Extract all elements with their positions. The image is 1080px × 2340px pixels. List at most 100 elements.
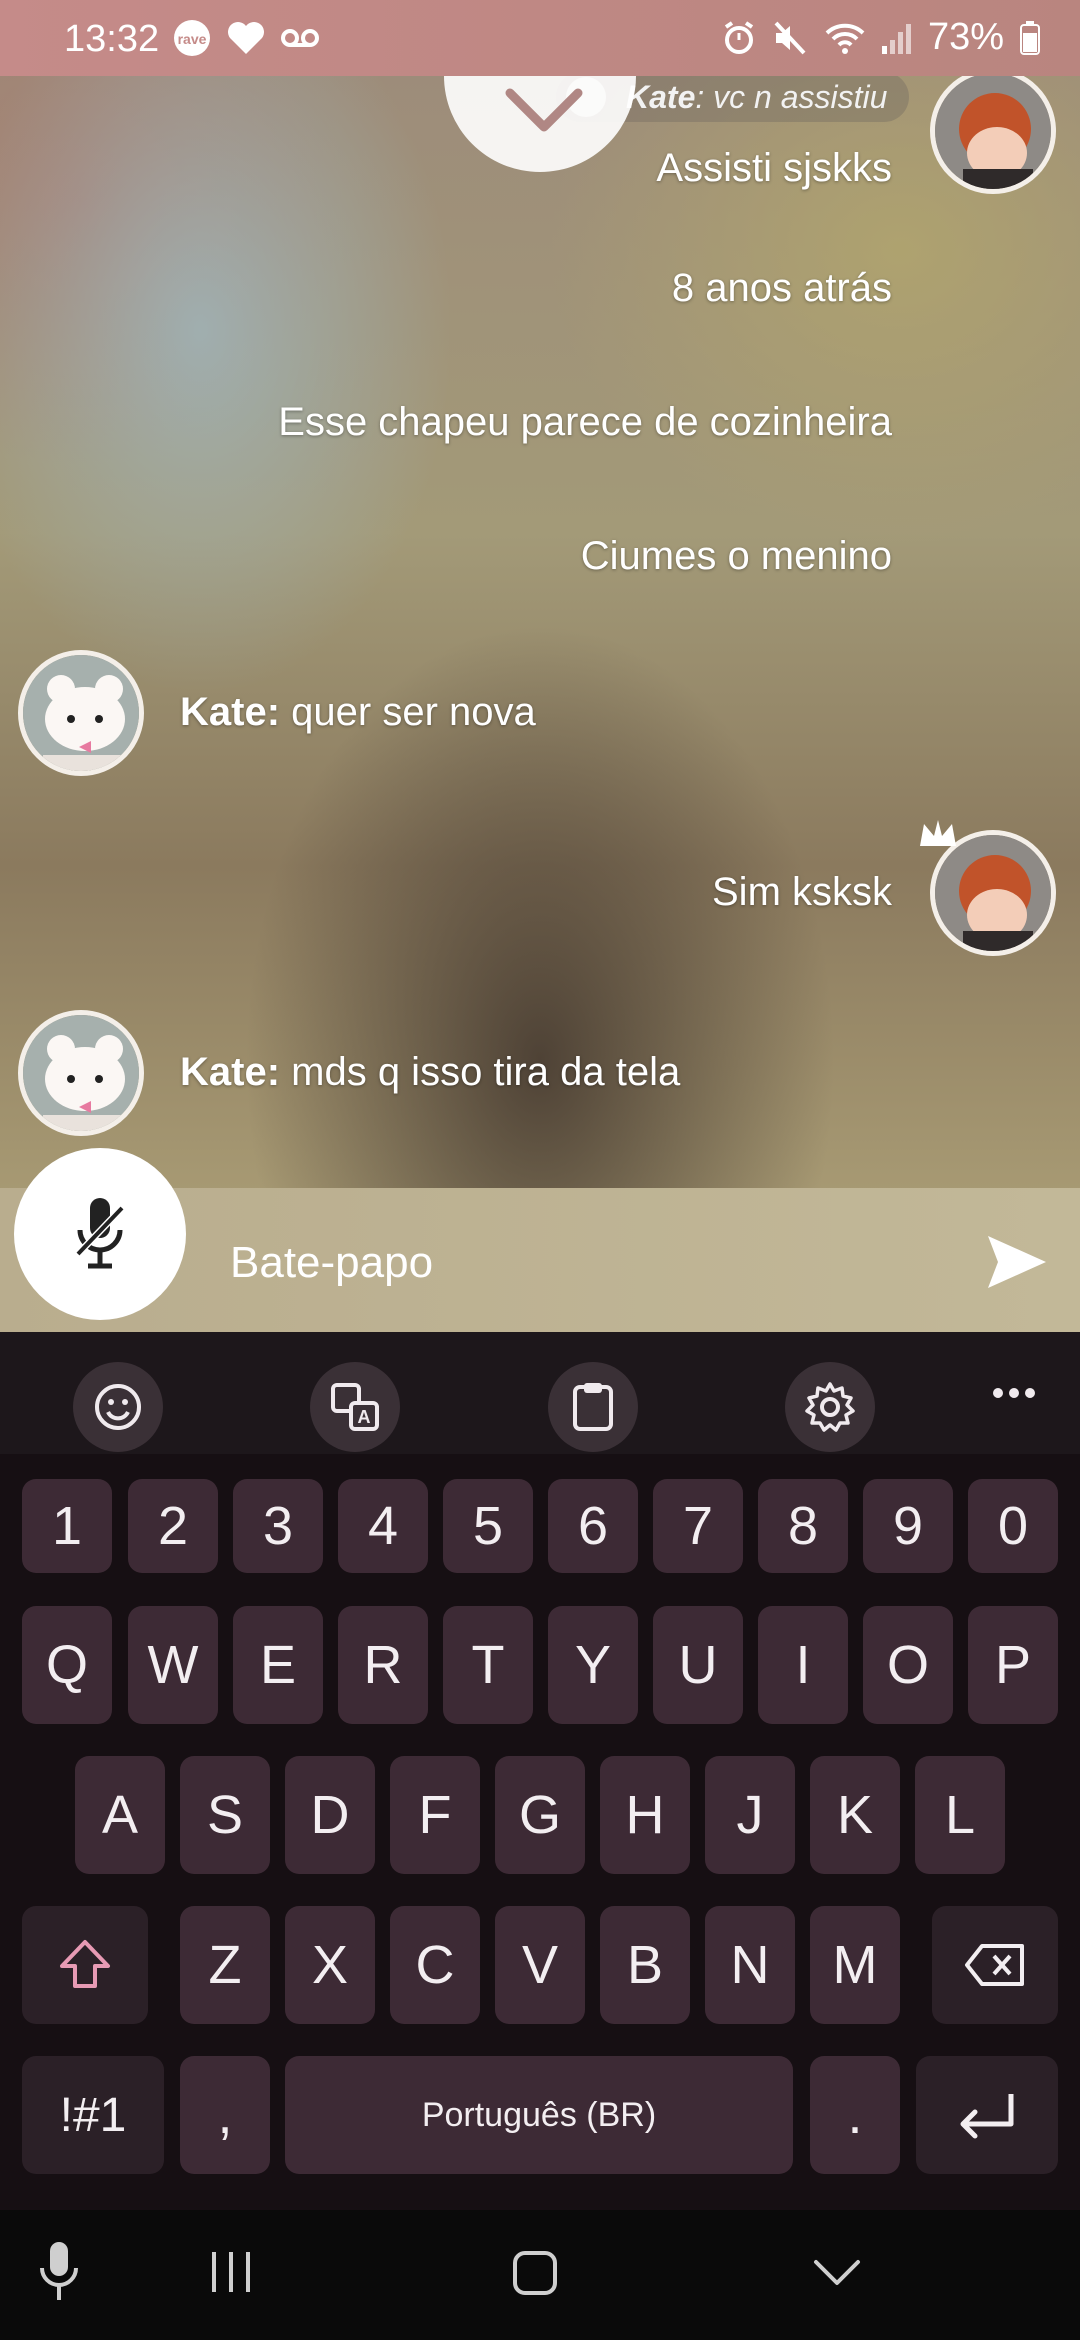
clipboard-button[interactable] [548, 1362, 638, 1452]
battery-icon [1020, 20, 1040, 55]
mute-icon [772, 21, 808, 55]
avatar-kate[interactable] [18, 1010, 144, 1136]
key-5[interactable]: 5 [443, 1479, 533, 1573]
chat-message: Assisti sjskks [656, 146, 892, 190]
message-text: quer ser nova [280, 690, 536, 734]
avatar-kate[interactable] [18, 650, 144, 776]
shift-icon [60, 1940, 110, 1988]
key-j[interactable]: J [705, 1756, 795, 1874]
space-key[interactable]: Português (BR) [285, 2056, 793, 2174]
translate-button[interactable]: A [310, 1362, 400, 1452]
key-3[interactable]: 3 [233, 1479, 323, 1573]
chat-message: 8 anos atrás [671, 266, 892, 310]
keyboard-toolbar [0, 1332, 1080, 1454]
key-y[interactable]: Y [548, 1606, 638, 1724]
comma-key[interactable]: , [180, 2056, 270, 2174]
key-d[interactable]: D [285, 1756, 375, 1874]
period-key[interactable]: . [810, 2056, 900, 2174]
home-button[interactable] [512, 2250, 558, 2301]
key-1[interactable]: 1 [22, 1479, 112, 1573]
chat-message: Esse chapeu parece de cozinheira [278, 400, 892, 444]
key-z[interactable]: Z [180, 1906, 270, 2024]
symbols-key[interactable]: !#1 [22, 2056, 164, 2174]
alarm-icon [722, 20, 756, 55]
mic-off-icon [75, 1198, 125, 1269]
key-2[interactable]: 2 [128, 1479, 218, 1573]
avatar-self[interactable] [930, 68, 1056, 194]
key-r[interactable]: R [338, 1606, 428, 1724]
backspace-icon [965, 1944, 1024, 1986]
key-a[interactable]: A [75, 1756, 165, 1874]
key-m[interactable]: M [810, 1906, 900, 2024]
battery-percentage: 73% [927, 16, 1004, 58]
translate-icon: A [331, 1383, 379, 1431]
heart-icon [226, 20, 266, 56]
key-e[interactable]: E [233, 1606, 323, 1724]
chat-input[interactable]: Bate-papo [230, 1238, 433, 1288]
chevron-down-icon [814, 2260, 860, 2285]
key-h[interactable]: H [600, 1756, 690, 1874]
key-i[interactable]: I [758, 1606, 848, 1724]
more-icon [993, 1388, 1035, 1398]
settings-button[interactable] [785, 1362, 875, 1452]
message-sender: Kate: [180, 690, 281, 734]
mic-button[interactable] [14, 1148, 186, 1320]
backspace-key[interactable] [932, 1906, 1058, 2024]
key-s[interactable]: S [180, 1756, 270, 1874]
key-k[interactable]: K [810, 1756, 900, 1874]
clipboard-icon [573, 1383, 613, 1431]
message-sender: Kate: [180, 1050, 281, 1094]
send-icon[interactable] [986, 1234, 1048, 1290]
key-f[interactable]: F [390, 1756, 480, 1874]
key-v[interactable]: V [495, 1906, 585, 2024]
home-icon [513, 2251, 557, 2295]
more-button[interactable] [992, 1386, 1036, 1404]
voice-input-button[interactable] [36, 2240, 82, 2309]
wifi-icon [824, 21, 866, 55]
chat-background [0, 0, 1080, 1332]
key-6[interactable]: 6 [548, 1479, 638, 1573]
status-bar: 13:32 rave 73% [0, 0, 1080, 76]
key-o[interactable]: O [863, 1606, 953, 1724]
recents-icon [212, 2252, 250, 2292]
key-g[interactable]: G [495, 1756, 585, 1874]
chat-message: Kate: quer ser nova [180, 690, 536, 735]
message-text: mds q isso tira da tela [280, 1050, 681, 1094]
chat-message: Kate: mds q isso tira da tela [180, 1050, 680, 1095]
emoji-button[interactable] [73, 1362, 163, 1452]
enter-key[interactable] [916, 2056, 1058, 2174]
key-c[interactable]: C [390, 1906, 480, 2024]
key-l[interactable]: L [915, 1756, 1005, 1874]
voicemail-icon [280, 26, 320, 50]
key-x[interactable]: X [285, 1906, 375, 2024]
key-w[interactable]: W [128, 1606, 218, 1724]
svg-text:A: A [358, 1407, 371, 1427]
key-q[interactable]: Q [22, 1606, 112, 1724]
key-u[interactable]: U [653, 1606, 743, 1724]
svg-text:rave: rave [178, 31, 207, 47]
status-time: 13:32 [64, 18, 160, 60]
key-9[interactable]: 9 [863, 1479, 953, 1573]
key-8[interactable]: 8 [758, 1479, 848, 1573]
chevron-down-icon [505, 88, 583, 132]
pinned-sender: Kate [626, 79, 696, 115]
key-0[interactable]: 0 [968, 1479, 1058, 1573]
rave-icon: rave [172, 18, 212, 58]
hide-keyboard-button[interactable] [812, 2258, 862, 2293]
key-t[interactable]: T [443, 1606, 533, 1724]
crown-icon [920, 820, 956, 846]
key-4[interactable]: 4 [338, 1479, 428, 1573]
shift-key[interactable] [22, 1906, 148, 2024]
chat-message: Ciumes o menino [580, 534, 892, 578]
key-b[interactable]: B [600, 1906, 690, 2024]
pinned-text: : vc n assistiu [695, 79, 888, 115]
chat-message: Sim ksksk [712, 870, 892, 914]
enter-icon [960, 2094, 1014, 2139]
settings-icon [805, 1382, 855, 1432]
emoji-icon [95, 1384, 141, 1430]
key-p[interactable]: P [968, 1606, 1058, 1724]
key-n[interactable]: N [705, 1906, 795, 2024]
key-7[interactable]: 7 [653, 1479, 743, 1573]
recent-apps-button[interactable] [208, 2250, 254, 2299]
mic-icon [40, 2242, 78, 2300]
